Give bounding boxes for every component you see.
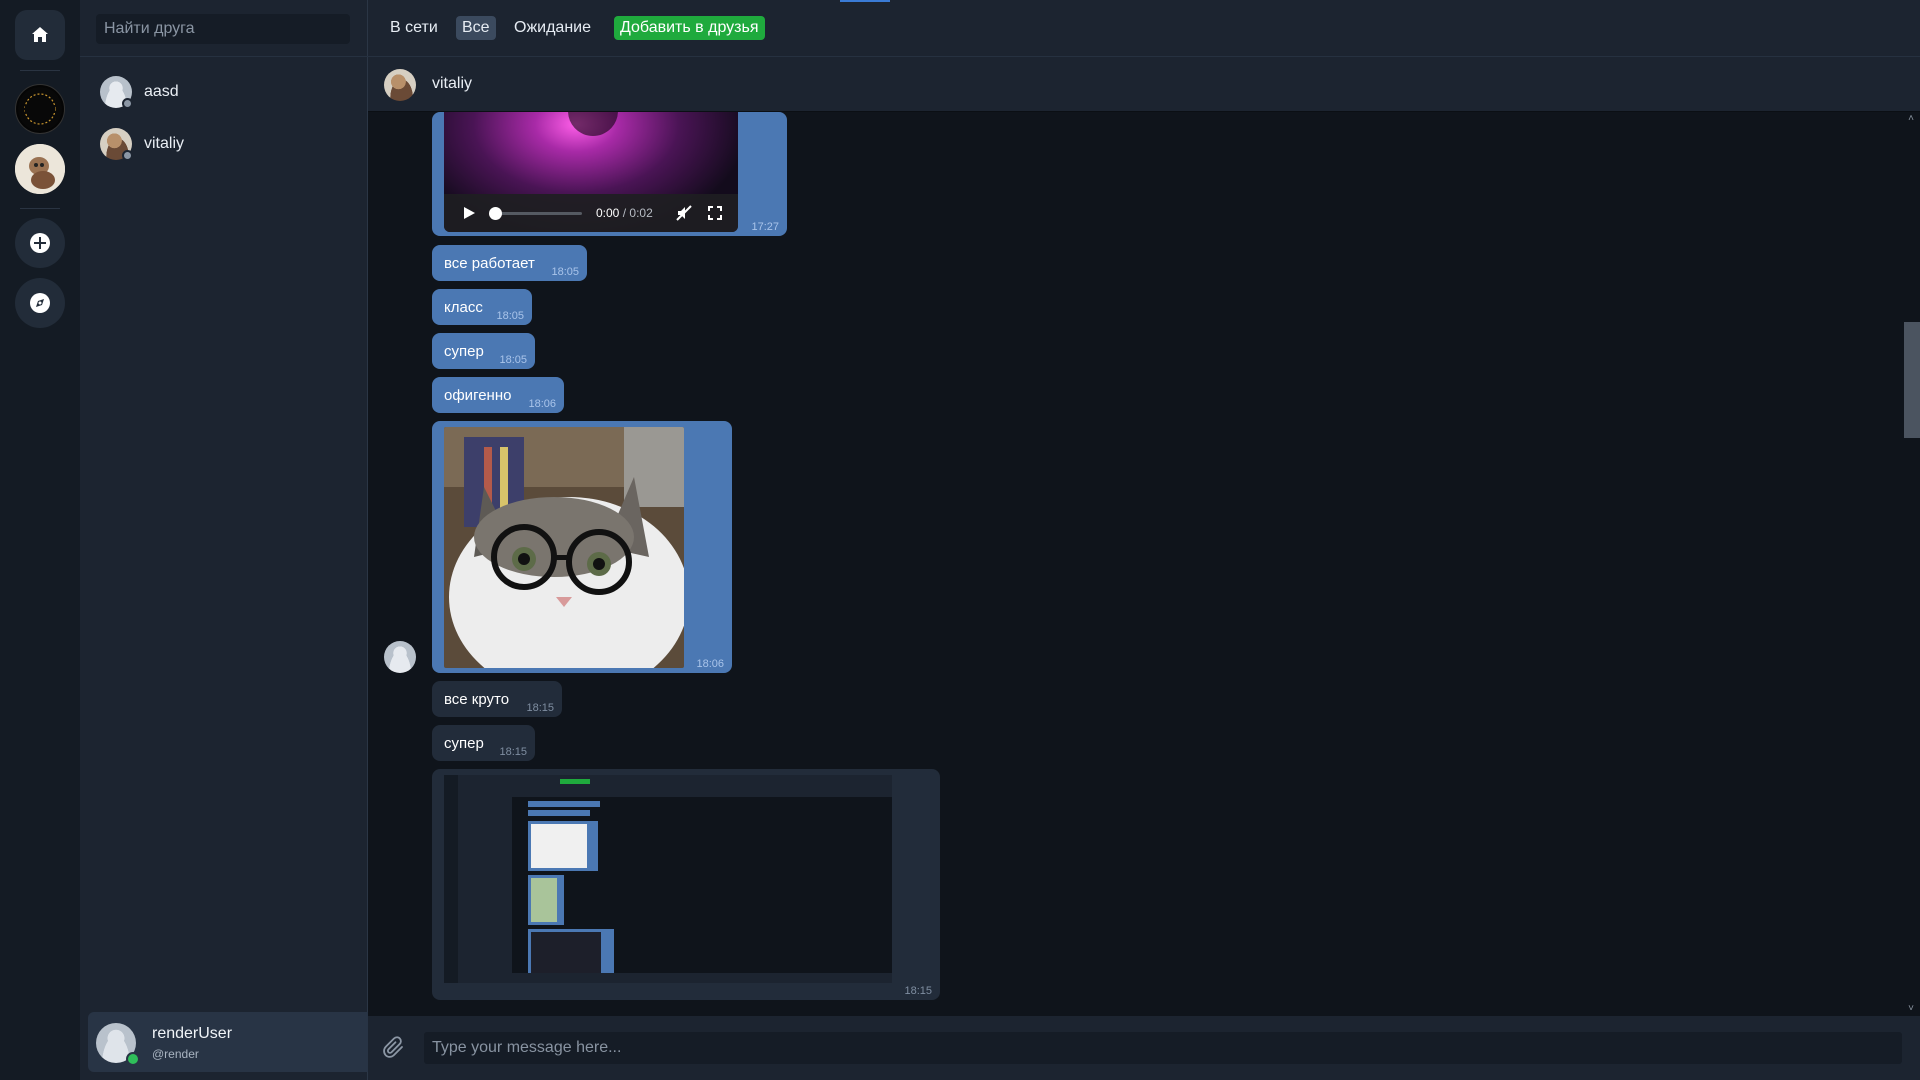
sender-avatar (384, 641, 416, 673)
paperclip-icon[interactable] (382, 1036, 406, 1060)
message-time: 18:06 (528, 398, 556, 410)
message-time: 18:05 (496, 310, 524, 322)
video-message: 0:00 / 0:02 17:27 (432, 112, 787, 236)
explore-button[interactable] (15, 278, 65, 328)
message-bubble: все круто 18:15 (432, 681, 562, 717)
fullscreen-icon[interactable] (708, 206, 722, 220)
message-text: супер (444, 343, 484, 360)
video-duration: 0:02 (629, 206, 653, 220)
message-time: 18:05 (551, 266, 579, 278)
video-controls: 0:00 / 0:02 (444, 194, 738, 232)
cat-photo (444, 427, 684, 668)
server-icon-avatar[interactable] (15, 144, 65, 194)
server-rail (0, 0, 80, 1080)
message-list: 0:00 / 0:02 17:27 все работает 18:05 кла… (368, 112, 1920, 1016)
video-player[interactable]: 0:00 / 0:02 (444, 112, 738, 232)
home-icon (32, 27, 48, 42)
image-message: 18:15 (432, 769, 940, 1000)
video-current-time: 0:00 (596, 206, 620, 220)
server-icon-peligrim[interactable] (15, 84, 65, 134)
scroll-up-icon[interactable]: ˄ (1906, 114, 1916, 124)
server-logo (18, 87, 62, 131)
message-input[interactable] (424, 1032, 1902, 1064)
video-time-separator: / (622, 206, 627, 220)
message-text: все круто (444, 691, 510, 708)
video-time: 0:00 / 0:02 (596, 206, 653, 220)
contact-name: vitaliy (432, 75, 473, 92)
tab-all[interactable]: Все (456, 16, 496, 40)
tab-indicator (840, 0, 890, 2)
user-handle: @render (152, 1047, 199, 1061)
message-time: 18:15 (904, 985, 932, 997)
message-bubble: супер 18:15 (432, 725, 535, 761)
message-bubble: супер 18:05 (432, 333, 535, 369)
plus-circle-icon (30, 233, 50, 253)
rail-divider (20, 208, 60, 209)
message-text: все работает (444, 255, 535, 272)
message-time: 18:05 (499, 354, 527, 366)
avatar (100, 76, 133, 109)
add-friend-button[interactable]: Добавить в друзья (614, 16, 765, 40)
video-play-overlay[interactable] (568, 112, 618, 136)
chat-header: vitaliy (368, 56, 1920, 112)
message-bubble: все работает 18:05 (432, 245, 587, 281)
server-avatar (15, 144, 65, 194)
rail-divider (20, 70, 60, 71)
video-seek-bar[interactable] (494, 212, 582, 215)
avatar (100, 128, 133, 161)
add-server-button[interactable] (15, 218, 65, 268)
online-status-dot (126, 1052, 140, 1066)
friend-item-aasd[interactable]: aasd (100, 74, 179, 110)
friend-name: vitaliy (144, 135, 185, 152)
message-text: супер (444, 735, 484, 752)
message-time: 18:06 (696, 658, 724, 670)
friends-tab-bar: В сети Все Ожидание Добавить в друзья (368, 0, 1920, 56)
screenshot-thumbnail (444, 775, 892, 983)
mute-icon[interactable] (676, 205, 692, 221)
play-icon[interactable] (462, 206, 476, 220)
screenshot-image[interactable] (444, 775, 892, 983)
message-text: класс (444, 299, 483, 316)
sidebar-divider (80, 56, 368, 57)
cat-image[interactable] (444, 427, 684, 668)
message-composer (368, 1016, 1920, 1080)
user-name: renderUser (152, 1025, 233, 1042)
message-time: 17:27 (751, 221, 779, 233)
scrollbar-thumb[interactable] (1904, 322, 1920, 438)
message-scrollbar[interactable]: ˄ ˅ (1902, 112, 1920, 1016)
friend-name: aasd (144, 83, 179, 100)
tab-online[interactable]: В сети (384, 16, 444, 40)
message-bubble: офигенно 18:06 (432, 377, 564, 413)
friend-search-input[interactable] (96, 14, 350, 44)
friend-item-vitaliy[interactable]: vitaliy (100, 126, 184, 162)
scroll-down-icon[interactable]: ˅ (1906, 1004, 1916, 1014)
status-dot (122, 98, 133, 109)
compass-icon (30, 293, 50, 313)
video-seek-handle[interactable] (489, 207, 502, 220)
contact-avatar (384, 69, 416, 101)
message-time: 18:15 (499, 746, 527, 758)
message-time: 18:15 (526, 702, 554, 714)
tab-pending[interactable]: Ожидание (508, 16, 597, 40)
message-text: офигенно (444, 387, 512, 404)
friends-sidebar: aasd vitaliy renderUser @render (80, 0, 440, 1080)
home-button[interactable] (15, 10, 65, 60)
status-dot (122, 150, 133, 161)
message-bubble: класс 18:05 (432, 289, 532, 325)
image-message: 18:06 (432, 421, 732, 673)
main-panel: В сети Все Ожидание Добавить в друзья vi… (368, 0, 1920, 1080)
